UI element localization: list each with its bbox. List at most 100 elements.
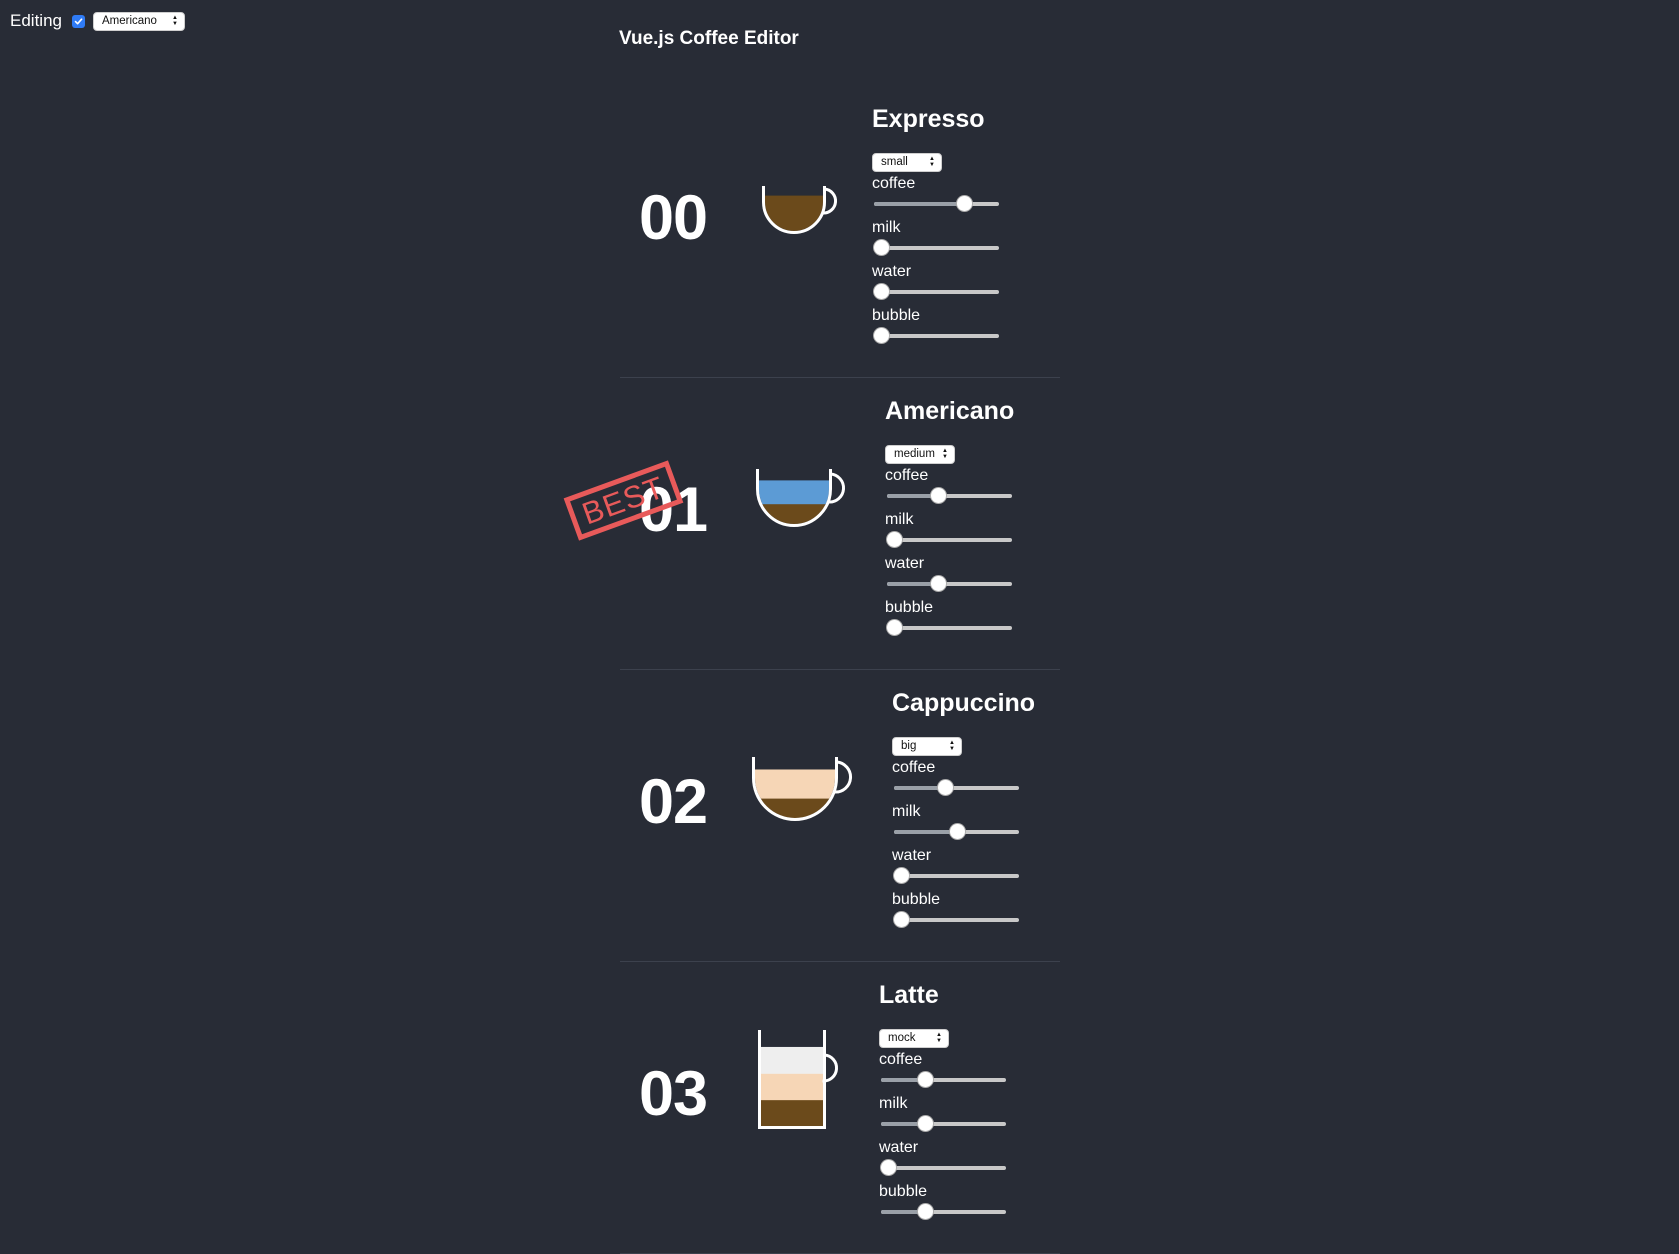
coffee-slider[interactable] [874, 195, 999, 211]
milk-slider[interactable] [887, 531, 1012, 547]
coffee-label: coffee [892, 758, 936, 776]
editing-checkbox[interactable] [71, 14, 85, 28]
coffee-name: Expresso [872, 105, 985, 133]
slider-row-water: water [879, 1138, 1006, 1182]
size-select-value: big [901, 740, 917, 752]
page-title: Vue.js Coffee Editor [619, 28, 799, 49]
water-slider[interactable] [874, 283, 999, 299]
select-arrows-icon: ▲ ▼ [172, 15, 178, 27]
bubble-slider-thumb[interactable] [874, 327, 889, 343]
slider-row-water: water [892, 846, 1035, 890]
slider-row-milk: milk [879, 1094, 1006, 1138]
coffee-item: 02 Cappuccino big ▲ ▼ coffee milk water bubble [620, 670, 1060, 962]
bubble-slider-thumb[interactable] [917, 1203, 933, 1219]
size-select-value: mock [888, 1032, 916, 1044]
bubble-slider[interactable] [894, 911, 1019, 927]
coffee-cup-icon [756, 469, 850, 538]
coffee-slider-thumb[interactable] [917, 1071, 933, 1087]
slider-row-coffee: coffee [879, 1050, 1006, 1094]
coffee-index: 02 [639, 767, 708, 837]
coffee-name: Americano [885, 397, 1015, 425]
water-label: water [872, 262, 912, 280]
coffee-label: coffee [885, 466, 929, 484]
water-slider-thumb[interactable] [881, 1159, 896, 1175]
milk-slider[interactable] [874, 239, 999, 255]
slider-row-water: water [872, 262, 999, 306]
select-arrows-icon: ▲ ▼ [942, 448, 948, 460]
bubble-slider-thumb[interactable] [894, 911, 909, 927]
size-select[interactable]: medium ▲ ▼ [885, 444, 955, 464]
coffee-index: 03 [639, 1059, 708, 1129]
slider-row-milk: milk [892, 802, 1035, 846]
slider-row-bubble: bubble [879, 1182, 1006, 1226]
slider-row-bubble: bubble [872, 306, 999, 350]
checkmark-icon [74, 17, 83, 24]
milk-slider-thumb[interactable] [874, 239, 889, 255]
coffee-item: 00 Expresso small ▲ ▼ coffee milk water bubble [620, 86, 1060, 378]
slider-row-milk: milk [872, 218, 999, 262]
milk-slider-fill [894, 829, 957, 834]
coffee-slider-fill [874, 201, 965, 206]
coffee-controls: Latte mock ▲ ▼ coffee milk water bubble [879, 980, 1006, 1226]
water-label: water [879, 1138, 919, 1156]
coffee-item: 01 BEST Americano medium ▲ ▼ coffee milk water bu… [563, 378, 1060, 670]
bubble-slider[interactable] [874, 327, 999, 343]
top-toolbar: Editing Americano ▲ ▼ [10, 11, 185, 31]
size-select[interactable]: small ▲ ▼ [872, 152, 942, 172]
bubble-slider-thumb[interactable] [887, 619, 902, 635]
select-arrows-icon: ▲ ▼ [936, 1032, 942, 1044]
bubble-label: bubble [879, 1182, 928, 1200]
coffee-controls: Cappuccino big ▲ ▼ coffee milk water bubble [892, 688, 1035, 934]
coffee-slider[interactable] [881, 1071, 1006, 1087]
water-slider[interactable] [887, 575, 1012, 591]
milk-slider[interactable] [881, 1115, 1006, 1131]
slider-row-coffee: coffee [892, 758, 1035, 802]
coffee-controls: Americano medium ▲ ▼ coffee milk water bubble [885, 396, 1014, 642]
slider-row-bubble: bubble [892, 890, 1035, 934]
coffee-index: 00 [639, 183, 708, 253]
select-arrows-icon: ▲ ▼ [949, 740, 955, 752]
water-slider[interactable] [881, 1159, 1006, 1175]
milk-slider[interactable] [894, 823, 1019, 839]
water-slider-thumb[interactable] [894, 867, 909, 883]
slider-row-coffee: coffee [872, 174, 999, 218]
coffee-select[interactable]: Americano ▲ ▼ [92, 11, 185, 31]
coffee-cup-icon [758, 1030, 840, 1140]
coffee-cup-icon [752, 757, 856, 832]
coffee-slider[interactable] [894, 779, 1019, 795]
editing-label: Editing [10, 11, 62, 30]
coffee-label: coffee [879, 1050, 923, 1068]
bubble-label: bubble [885, 598, 934, 616]
milk-slider-thumb[interactable] [887, 531, 902, 547]
bubble-label: bubble [892, 890, 941, 908]
water-label: water [892, 846, 932, 864]
milk-label: milk [872, 218, 901, 236]
size-select[interactable]: big ▲ ▼ [892, 736, 962, 756]
select-arrows-icon: ▲ ▼ [929, 156, 935, 168]
water-slider[interactable] [894, 867, 1019, 883]
water-slider-thumb[interactable] [874, 283, 889, 299]
coffee-slider-thumb[interactable] [957, 195, 973, 211]
bubble-slider[interactable] [887, 619, 1012, 635]
coffee-controls: Expresso small ▲ ▼ coffee milk water bubble [872, 104, 999, 350]
water-label: water [885, 554, 925, 572]
bubble-slider[interactable] [881, 1203, 1006, 1219]
milk-slider-thumb[interactable] [917, 1115, 933, 1131]
size-select[interactable]: mock ▲ ▼ [879, 1028, 949, 1048]
milk-label: milk [885, 510, 914, 528]
coffee-name: Cappuccino [892, 689, 1036, 717]
coffee-name: Latte [879, 981, 939, 1009]
size-select-value: medium [894, 448, 935, 460]
coffee-slider[interactable] [887, 487, 1012, 503]
coffee-list: 00 Expresso small ▲ ▼ coffee milk water bubble 01… [563, 86, 1060, 1254]
coffee-slider-thumb[interactable] [931, 487, 947, 503]
coffee-select-value: Americano [101, 15, 157, 27]
slider-row-water: water [885, 554, 1014, 598]
coffee-cup-icon [762, 186, 838, 245]
milk-slider-thumb[interactable] [949, 823, 965, 839]
milk-label: milk [879, 1094, 908, 1112]
water-slider-thumb[interactable] [931, 575, 947, 591]
coffee-slider-thumb[interactable] [938, 779, 954, 795]
slider-row-bubble: bubble [885, 598, 1014, 642]
bubble-label: bubble [872, 306, 921, 324]
